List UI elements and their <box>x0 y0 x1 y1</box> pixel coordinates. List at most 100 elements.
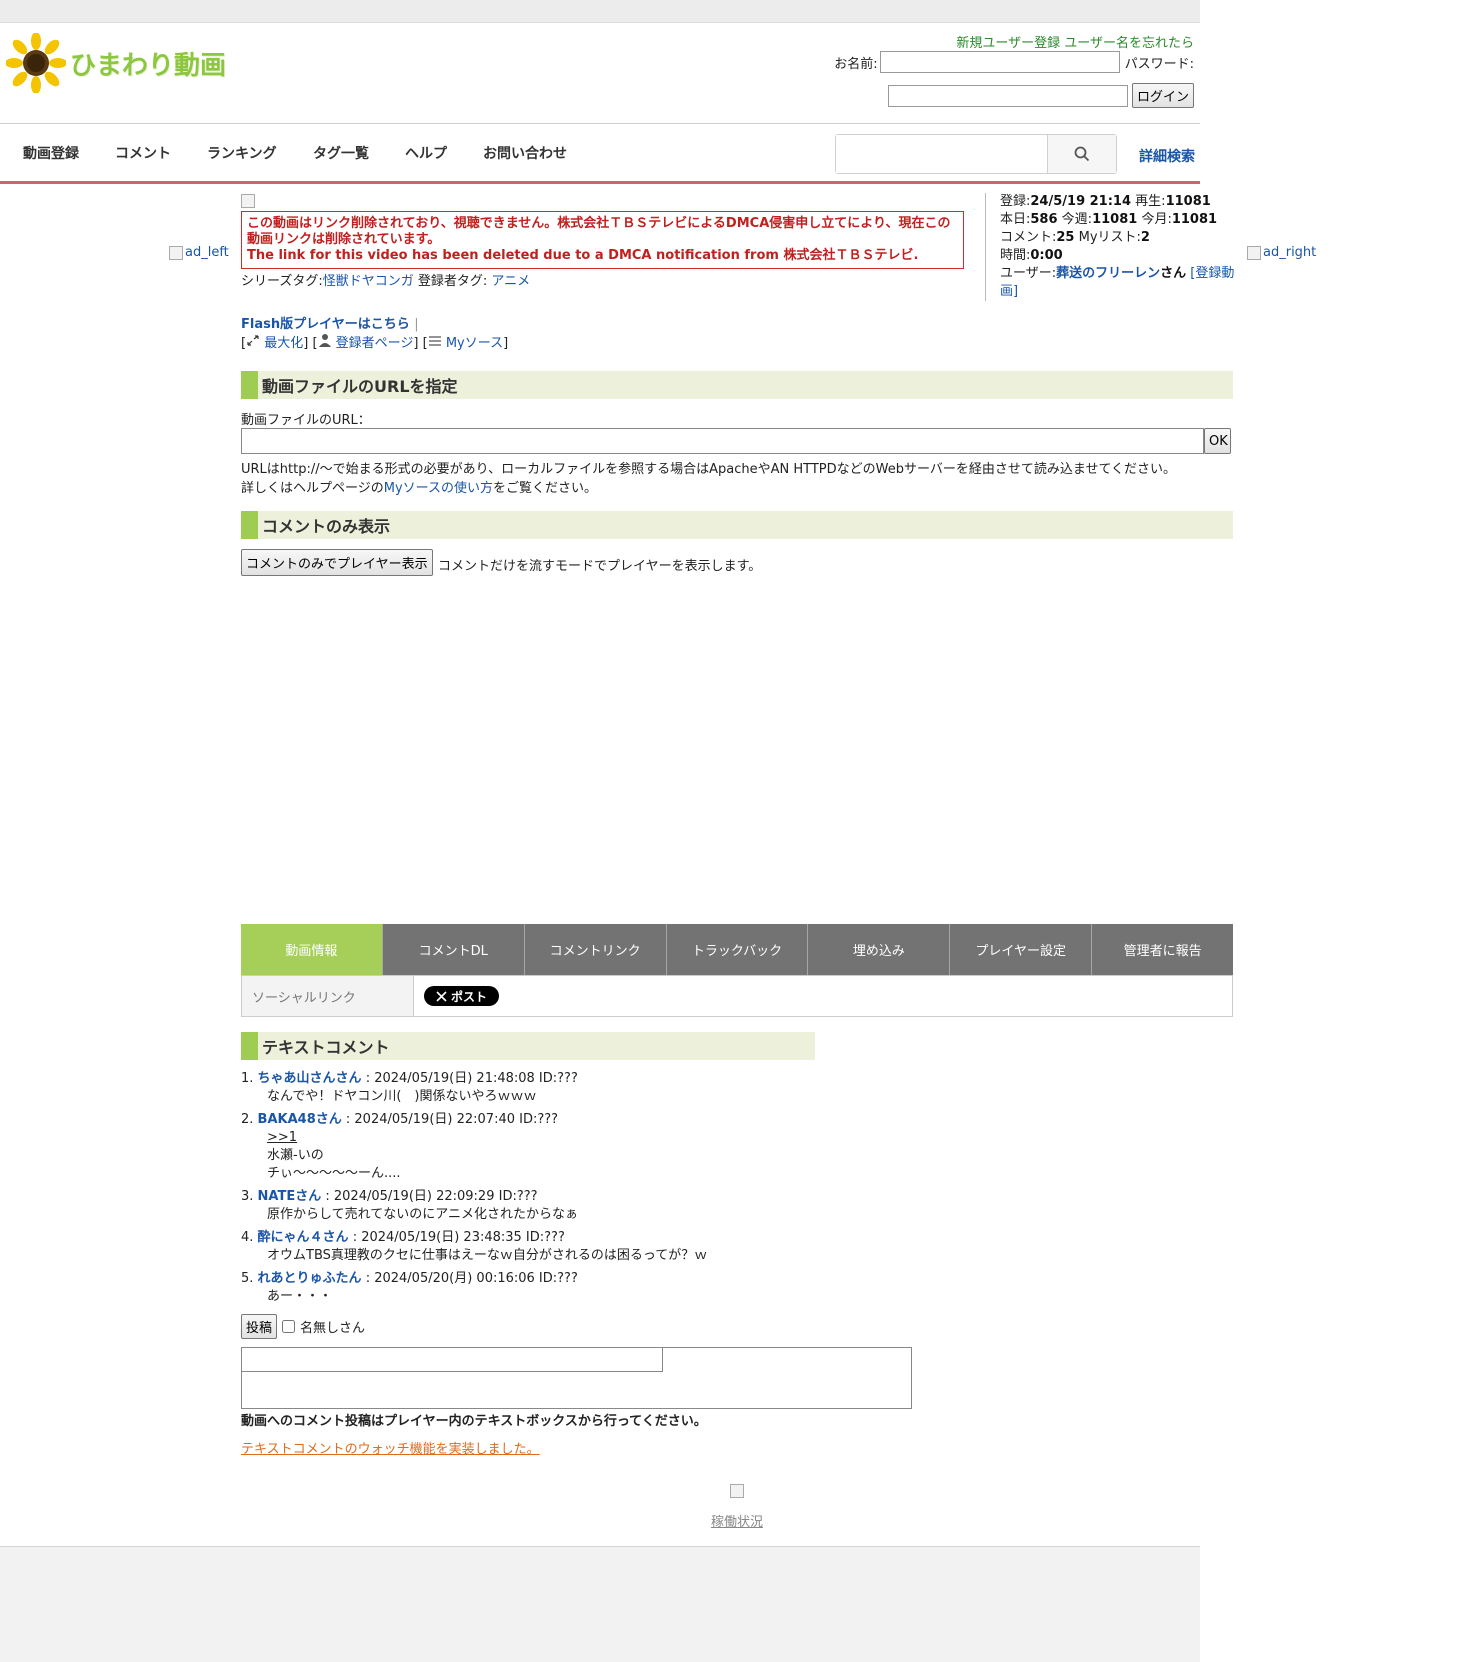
tab-report[interactable]: 管理者に報告 <box>1092 924 1234 975</box>
x-post-button[interactable]: ポスト <box>424 986 500 1006</box>
forgot-username-link[interactable]: ユーザー名を忘れたら <box>1064 36 1194 51</box>
owner-tag-link[interactable]: アニメ <box>491 274 530 289</box>
nav-item-help[interactable]: ヘルプ <box>405 143 447 163</box>
nav-item-ranking[interactable]: ランキング <box>207 143 277 163</box>
video-url-input[interactable] <box>241 428 1204 454</box>
main-nav: 動画登録 コメント ランキング タグ一覧 ヘルプ お問い合わせ 詳細検索 <box>0 124 1200 184</box>
logo-text: ひまわり動画 <box>70 50 227 81</box>
tab-player-settings[interactable]: プレイヤー設定 <box>950 924 1093 975</box>
url-note-line2: 詳しくはヘルプページのMyソースの使い方をご覧ください。 <box>241 479 1176 498</box>
x-logo-icon <box>436 990 447 1002</box>
advanced-search-link[interactable]: 詳細検索 <box>1139 146 1195 166</box>
flash-player-link[interactable]: Flash版プレイヤーはこちら <box>241 317 410 332</box>
text-comment-list: 1. ちゃあ山さんさん : 2024/05/19(日) 21:48:08 ID:… <box>241 1070 1041 1311</box>
nav-item-contact[interactable]: お問い合わせ <box>483 143 567 163</box>
comment-author-link[interactable]: れあとりゅふたん <box>258 1271 362 1286</box>
dmca-notice-ja: この動画はリンク削除されており、視聴できません。株式会社ＴＢＳテレビによるDMC… <box>247 216 951 247</box>
login-row-password: ログイン <box>887 83 1194 108</box>
comment-count-label: コメント: <box>1000 230 1057 245</box>
status-link[interactable]: 稼働状況 <box>711 1511 763 1530</box>
series-tag-link[interactable]: 怪獣ドヤコンガ <box>323 274 414 289</box>
comment-number: 4. <box>241 1230 254 1245</box>
mysource-help-link[interactable]: Myソースの使い方 <box>384 481 493 496</box>
tab-trackback[interactable]: トラックバック <box>666 924 809 975</box>
video-tabs: 動画情報 コメントDL コメントリンク トラックバック 埋め込み プレイヤー設定… <box>241 924 1234 975</box>
url-note-post: をご覧ください。 <box>493 481 598 496</box>
ad-right[interactable]: ad_right <box>1247 245 1316 260</box>
register-link[interactable]: 新規ユーザー登録 <box>956 36 1060 51</box>
login-button[interactable]: ログイン <box>1131 83 1194 108</box>
reply-anchor-link[interactable]: >>1 <box>267 1130 297 1145</box>
url-ok-button[interactable]: OK <box>1204 428 1231 454</box>
footer-area <box>0 1546 1200 1662</box>
sunflower-icon <box>6 33 66 93</box>
password-input[interactable] <box>887 84 1128 107</box>
week-value: 11081 <box>1092 212 1138 227</box>
list-item: 1. ちゃあ山さんさん : 2024/05/19(日) 21:48:08 ID:… <box>241 1070 1041 1106</box>
broken-image-icon <box>169 245 183 260</box>
list-item: 5. れあとりゅふたん : 2024/05/20(月) 00:16:06 ID:… <box>241 1270 1041 1306</box>
week-label: 今週: <box>1061 212 1093 227</box>
search-input[interactable] <box>836 135 1047 173</box>
heading-accent <box>241 371 258 399</box>
list-item: 4. 酔にゃん４さん : 2024/05/19(日) 23:48:35 ID:?… <box>241 1229 1041 1265</box>
mylist-label: Myリスト: <box>1078 230 1141 245</box>
reg-label: 登録: <box>1000 194 1031 209</box>
social-links-row: ソーシャルリンク ポスト <box>241 975 1233 1017</box>
url-section-heading: 動画ファイルのURLを指定 <box>241 371 1233 399</box>
maximize-link[interactable]: 最大化 <box>264 336 303 351</box>
comment-only-note: コメントだけを流すモードでプレイヤーを表示します。 <box>438 559 762 574</box>
comment-number: 3. <box>241 1189 254 1204</box>
today-label: 本日: <box>1000 212 1031 227</box>
ad-right-alt: ad_right <box>1263 245 1317 260</box>
uploader-link[interactable]: 葬送のフリーレン <box>1056 266 1160 281</box>
comment-textarea[interactable] <box>241 1347 912 1409</box>
username-input[interactable] <box>879 51 1120 73</box>
nav-item-upload[interactable]: 動画登録 <box>23 143 79 163</box>
list-icon <box>428 336 441 346</box>
today-value: 586 <box>1030 212 1058 227</box>
post-note: 動画へのコメント投稿はプレイヤー内のテキストボックスから行ってください。 <box>241 1414 707 1429</box>
ad-left[interactable]: ad_left <box>169 245 229 260</box>
comment-meta: : 2024/05/19(日) 21:48:08 ID:??? <box>365 1071 578 1086</box>
watch-feature-link[interactable]: テキストコメントのウォッチ機能を実装しました。 <box>241 1438 540 1457</box>
url-label: 動画ファイルのURL： <box>241 413 371 428</box>
x-post-label: ポスト <box>451 989 488 1004</box>
anonymous-checkbox[interactable] <box>282 1320 296 1333</box>
header: ひまわり動画 新規ユーザー登録 ユーザー名を忘れたら お名前: パスワード: ロ… <box>0 23 1200 124</box>
tab-comment-link[interactable]: コメントリンク <box>524 924 667 975</box>
social-links-label: ソーシャルリンク <box>242 976 414 1016</box>
duration-value: 0:00 <box>1030 248 1063 263</box>
comment-body: チぃ〜〜〜〜〜ーん.... <box>267 1166 401 1181</box>
password-label: パスワード: <box>1124 56 1194 72</box>
owner-page-link[interactable]: 登録者ページ <box>336 336 414 351</box>
comment-author-link[interactable]: 酔にゃん４さん <box>258 1230 349 1245</box>
month-value: 11081 <box>1171 212 1218 227</box>
flash-player-row: Flash版プレイヤーはこちら | <box>241 313 419 332</box>
play-label: 再生: <box>1135 194 1166 209</box>
comment-body: オウムTBS真理教のクセに仕事はえーなｗ自分がされるのは困るってが？ｗ <box>267 1248 708 1263</box>
site-logo[interactable]: ひまわり動画 <box>6 33 226 93</box>
post-comment-button[interactable]: 投稿 <box>241 1314 278 1339</box>
comment-author-link[interactable]: BAKA48さん <box>258 1112 342 1127</box>
comment-author-link[interactable]: NATEさん <box>258 1189 322 1204</box>
mysource-link[interactable]: Myソース <box>446 336 503 351</box>
tab-embed[interactable]: 埋め込み <box>808 924 951 975</box>
comment-name-field[interactable] <box>242 1348 663 1372</box>
comment-only-player-button[interactable]: コメントのみでプレイヤー表示 <box>241 549 433 576</box>
footer-broken-image-icon <box>730 1484 744 1498</box>
heading-accent <box>241 1032 258 1060</box>
maximize-icon <box>247 335 259 346</box>
heading-accent <box>241 511 258 539</box>
owner-tag-label: 登録者タグ: <box>417 274 488 289</box>
month-label: 今月: <box>1141 212 1172 227</box>
nav-item-comment[interactable]: コメント <box>115 143 171 163</box>
name-label: お名前: <box>834 56 878 72</box>
comment-body: 水瀬-いの <box>267 1148 324 1163</box>
duration-label: 時間: <box>1000 248 1031 263</box>
comment-author-link[interactable]: ちゃあ山さんさん <box>258 1071 362 1086</box>
tab-video-info[interactable]: 動画情報 <box>241 924 383 975</box>
search-button[interactable] <box>1047 135 1116 173</box>
tab-comment-dl[interactable]: コメントDL <box>382 924 525 975</box>
nav-item-tags[interactable]: タグ一覧 <box>313 143 369 163</box>
